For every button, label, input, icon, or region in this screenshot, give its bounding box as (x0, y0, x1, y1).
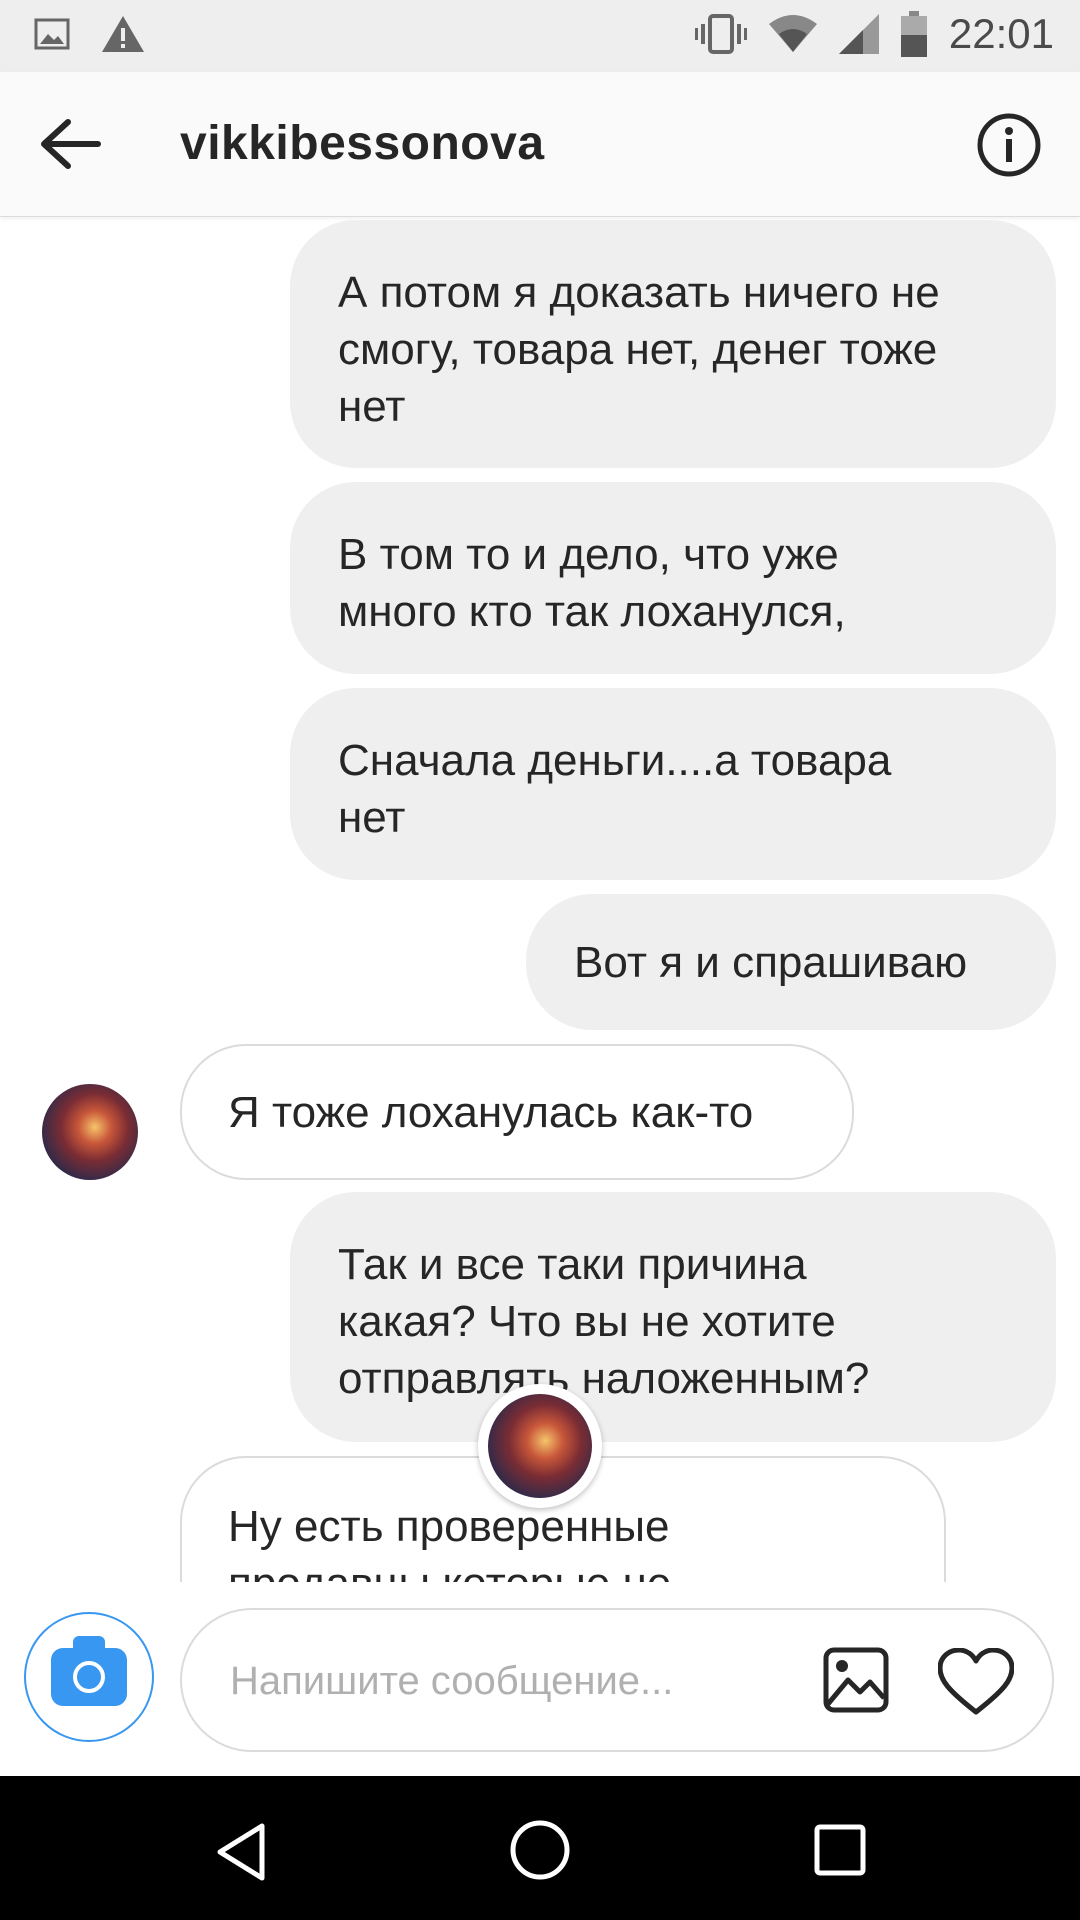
message-line: много кто так лоханулся, (338, 587, 846, 636)
message-line: Так и все таки причина (338, 1240, 807, 1289)
battery-icon (900, 11, 927, 57)
sent-message[interactable]: А потом я доказать ничего не смогу, това… (290, 220, 1056, 468)
gallery-notification-icon (34, 18, 70, 50)
received-message[interactable]: Я тоже лоханулась как-то (180, 1044, 854, 1180)
message-line: смогу, товара нет, денег тоже (338, 325, 938, 374)
message-line: нет (338, 382, 406, 431)
camera-button[interactable] (24, 1612, 154, 1742)
message-line: А потом я доказать ничего не (338, 268, 940, 317)
message-line: нет (338, 793, 406, 842)
message-line: Вот я и спрашиваю (574, 938, 968, 987)
gallery-icon[interactable] (822, 1646, 890, 1714)
sent-message[interactable]: Так и все таки причина какая? Что вы не … (290, 1192, 1056, 1442)
message-line: отправлять наложенным? (338, 1354, 870, 1403)
message-box (180, 1608, 1054, 1752)
camera-icon (51, 1636, 127, 1706)
conversation-username[interactable]: vikkibessonova (180, 116, 545, 171)
recents-square-icon[interactable] (814, 1824, 866, 1881)
sent-message[interactable]: Сначала деньги....а товара нет (290, 688, 1056, 880)
message-line: какая? Что вы не хотите (338, 1297, 836, 1346)
system-nav-bar (0, 1776, 1080, 1920)
sent-message[interactable]: В том то и дело, что уже много кто так л… (290, 482, 1056, 674)
clock-time: 22:01 (948, 10, 1054, 57)
seen-avatar-indicator (478, 1384, 602, 1508)
heart-icon[interactable] (937, 1647, 1015, 1716)
sender-avatar[interactable] (42, 1084, 138, 1180)
message-input[interactable] (228, 1650, 772, 1712)
back-triangle-icon[interactable] (214, 1822, 268, 1887)
conversation-header: vikkibessonova (0, 72, 1080, 217)
status-bar: 22:01 (0, 0, 1080, 72)
info-icon[interactable] (976, 112, 1042, 178)
message-line: продавцы которые не (228, 1555, 898, 1582)
arrow-left-icon[interactable] (40, 116, 104, 172)
signal-icon (838, 14, 879, 54)
seen-avatar (488, 1394, 592, 1498)
message-line: Ну есть проверенные (228, 1502, 670, 1551)
vibrate-icon (694, 12, 747, 56)
message-line: Сначала деньги....а товара (338, 736, 892, 785)
warning-icon (100, 14, 146, 54)
message-line: Я тоже лоханулась как-то (228, 1088, 754, 1137)
message-line: В том то и дело, что уже (338, 530, 839, 579)
sent-message[interactable]: Вот я и спрашиваю (526, 894, 1056, 1030)
wifi-icon (768, 14, 817, 54)
home-circle-icon[interactable] (508, 1818, 572, 1887)
